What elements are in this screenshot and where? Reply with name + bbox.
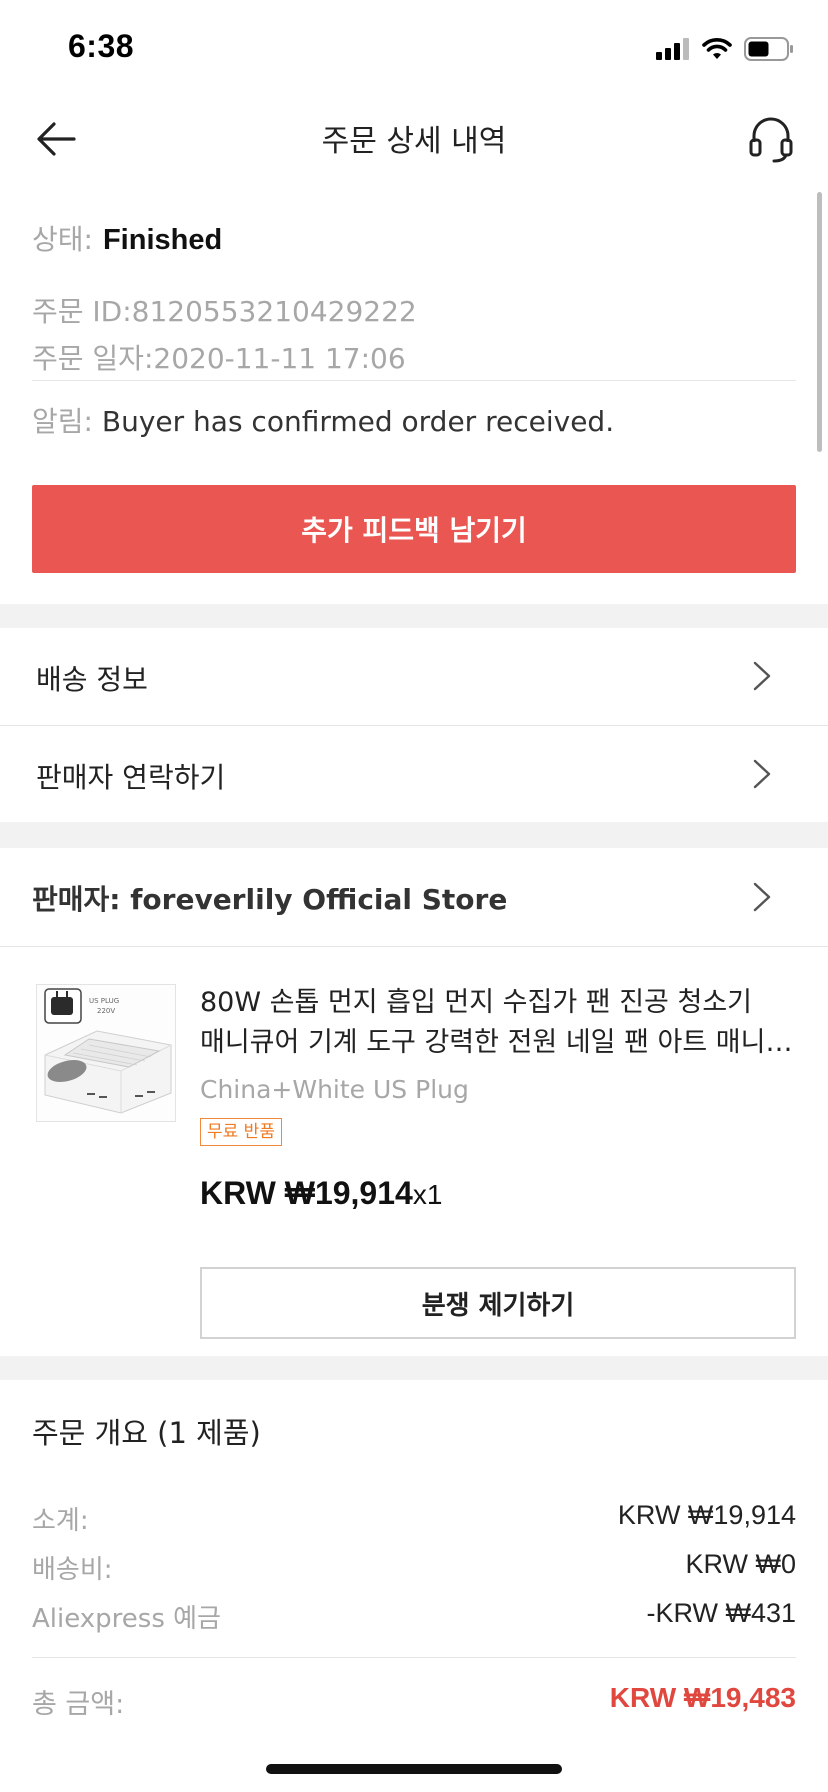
subtotal-row: 소계: KRW ₩19,914: [32, 1500, 796, 1540]
total-label: 총 금액:: [32, 1689, 125, 1720]
subtotal-value: KRW ₩19,914: [617, 1500, 796, 1530]
seller-row[interactable]: 판매자: foreverlily Official Store: [0, 848, 828, 946]
chevron-right-icon: [753, 661, 771, 691]
contact-seller-label: 판매자 연락하기: [36, 761, 226, 794]
divider: [32, 1657, 796, 1658]
cellular-signal-icon: [656, 38, 689, 60]
subtotal-label: 소계:: [32, 1506, 89, 1536]
product-image[interactable]: US PLUG 220V: [36, 984, 176, 1122]
order-date: 주문 일자:2020-11-11 17:06: [32, 342, 406, 375]
status-icons: [656, 34, 794, 64]
divider: [32, 380, 796, 381]
status-label: 상태:: [32, 223, 93, 256]
section-separator: [0, 1356, 828, 1380]
total-value: KRW ₩19,483: [609, 1682, 796, 1713]
home-indicator[interactable]: [266, 1764, 562, 1774]
divider: [0, 946, 828, 947]
chevron-right-icon: [753, 882, 771, 912]
nail-dust-collector-image: US PLUG 220V: [37, 985, 175, 1121]
svg-text:220V: 220V: [97, 1007, 115, 1015]
status-bar: 6:38: [0, 0, 828, 96]
shipping-info-label: 배송 정보: [36, 663, 148, 696]
product-price: KRW ₩19,914x1: [200, 1175, 442, 1212]
deposit-value: -KRW ₩431: [646, 1598, 796, 1628]
wifi-icon: [702, 38, 732, 59]
svg-text:US PLUG: US PLUG: [89, 997, 119, 1005]
leave-feedback-button[interactable]: 추가 피드백 남기기: [32, 485, 796, 573]
shipping-fee-value: KRW ₩0: [685, 1549, 796, 1579]
order-id: 주문 ID:8120553210429222: [32, 295, 417, 328]
deposit-label: Aliexpress 예금: [32, 1604, 221, 1634]
chevron-right-icon: [753, 759, 771, 789]
shipping-fee-row: 배송비: KRW ₩0: [32, 1549, 796, 1589]
section-separator: [0, 822, 828, 848]
order-status: 상태: Finished: [32, 218, 222, 258]
battery-icon: [744, 37, 793, 61]
section-separator: [0, 604, 828, 628]
order-summary-title: 주문 개요 (1 제품): [32, 1416, 261, 1450]
deposit-row: Aliexpress 예금 -KRW ₩431: [32, 1598, 796, 1638]
order-notice: 알림: Buyer has confirmed order received.: [32, 400, 614, 440]
scrollbar[interactable]: [817, 192, 822, 452]
product-title[interactable]: 80W 손톱 먼지 흡입 먼지 수집가 팬 진공 청소기 매니큐어 기계 도구 …: [200, 983, 796, 1063]
status-time: 6:38: [68, 28, 135, 64]
status-value: Finished: [102, 224, 223, 256]
shipping-info-row[interactable]: 배송 정보: [0, 628, 828, 724]
product-title-line-1: 80W 손톱 먼지 흡입 먼지 수집가 팬 진공 청소기: [200, 987, 752, 1018]
page-title: 주문 상세 내역: [321, 124, 507, 159]
notice-text: Buyer has confirmed order received.: [101, 405, 615, 438]
product-title-line-2: 매니큐어 기계 도구 강력한 전원 네일 팬 아트 매니큐어: [200, 1027, 796, 1058]
open-dispute-button[interactable]: 분쟁 제기하기: [200, 1267, 796, 1339]
nav-bar: 주문 상세 내역: [0, 96, 828, 184]
total-row: 총 금액: KRW ₩19,483: [32, 1682, 796, 1722]
quantity: x1: [412, 1179, 443, 1210]
free-return-badge: 무료 반품: [200, 1118, 282, 1146]
headset-support-icon[interactable]: [748, 114, 794, 164]
product-variant: China+White US Plug: [200, 1075, 469, 1104]
contact-seller-row[interactable]: 판매자 연락하기: [0, 726, 828, 822]
seller-name: 판매자: foreverlily Official Store: [32, 883, 508, 916]
price-value: KRW ₩19,914: [200, 1175, 413, 1211]
shipping-fee-label: 배송비:: [32, 1555, 113, 1585]
notice-label: 알림:: [32, 405, 93, 438]
